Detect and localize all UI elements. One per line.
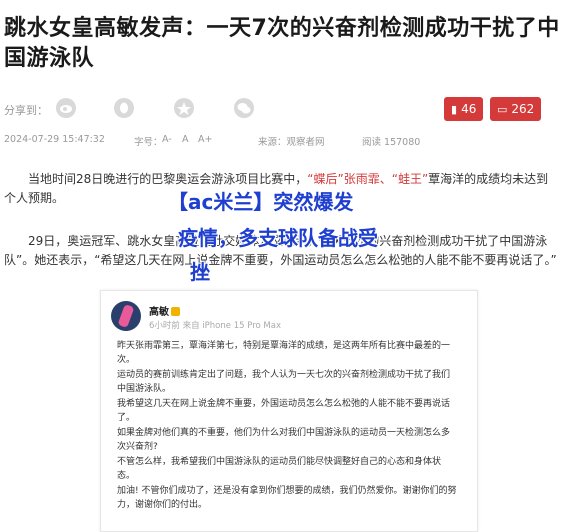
- weibo-post-card: 高敏 6小时前 来自 iPhone 15 Pro Max 昨天张雨霏第三，覃海洋…: [100, 290, 478, 532]
- weibo-icon[interactable]: [56, 98, 76, 118]
- comment-icon: ▭: [497, 102, 508, 116]
- vip-badge-icon: [171, 307, 180, 316]
- post-line: 运动员的赛前训练肯定出了问题，我个人认为一天七次的兴奋剂检测成功干扰了我们中国游…: [117, 370, 451, 394]
- font-size-label: 字号：: [134, 137, 163, 148]
- post-line: 不管怎么样，我希望我们中国游泳队的运动员们能尽快调整好自己的心态和身体状态。: [117, 457, 442, 481]
- p1-text-b: 张雨霏、: [343, 172, 392, 186]
- article-source: 来源：观察者网: [258, 137, 325, 148]
- font-size-normal[interactable]: A: [182, 134, 189, 145]
- post-line: 昨天张雨霏第三，覃海洋第七，特别是覃海洋的成绩，是这两年所有比赛中最差的一次。: [117, 341, 451, 365]
- overlay-line-2: 疫情，多支球队备战受: [178, 226, 378, 250]
- p1-text-a: 当地时间28日晚进行的巴黎奥运会游泳项目比赛中，: [28, 172, 308, 186]
- publish-date: 2024-07-29 15:47:32: [4, 134, 105, 145]
- article-title: 跳水女皇高敏发声：一天7次的兴奋剂检测成功干扰了中国游泳队: [4, 16, 560, 71]
- comment-count: 262: [511, 102, 535, 116]
- avatar[interactable]: [111, 301, 141, 331]
- overlay-line-1: 【ac米兰】突然爆发: [168, 190, 354, 214]
- favorite-count: 46: [461, 102, 477, 116]
- qzone-icon[interactable]: [174, 98, 194, 118]
- bookmark-icon: ▮: [451, 102, 458, 116]
- post-user-name-text: 高敏: [149, 307, 169, 318]
- comment-button[interactable]: ▭ 262: [490, 97, 542, 121]
- post-meta: 6小时前 来自 iPhone 15 Pro Max: [149, 321, 281, 331]
- post-line: 如果金牌对他们真的不重要，他们为什么对我们中国游泳队的运动员一天检测怎么多次兴奋…: [117, 428, 451, 452]
- font-size-increase[interactable]: A+: [198, 134, 212, 145]
- share-row: 分享到： ▮ 46 ▭ 262: [4, 96, 572, 122]
- favorite-button[interactable]: ▮ 46: [444, 97, 484, 121]
- article-views: 阅读 157080: [362, 137, 421, 148]
- post-body: 昨天张雨霏第三，覃海洋第七，特别是覃海洋的成绩，是这两年所有比赛中最差的一次。 …: [117, 339, 457, 513]
- qq-icon[interactable]: [114, 98, 134, 118]
- share-label: 分享到：: [4, 104, 48, 117]
- post-line: 加油! 不管你们成功了，还是没有拿到你们想要的成绩，我们仍然爱你。谢谢你们的努力…: [117, 486, 457, 510]
- font-size-decrease[interactable]: A-: [162, 134, 172, 145]
- overlay-line-3: 挫: [190, 260, 210, 284]
- p1-highlight-2: “蛙王”: [391, 172, 429, 186]
- wechat-icon[interactable]: [234, 98, 254, 118]
- p1-highlight-1: “蝶后”: [307, 172, 344, 186]
- post-line: 我希望这几天在网上说金牌不重要，外国运动员怎么怎么松弛的人能不能不要再说话了。: [117, 399, 451, 423]
- post-user-name[interactable]: 高敏: [149, 303, 180, 318]
